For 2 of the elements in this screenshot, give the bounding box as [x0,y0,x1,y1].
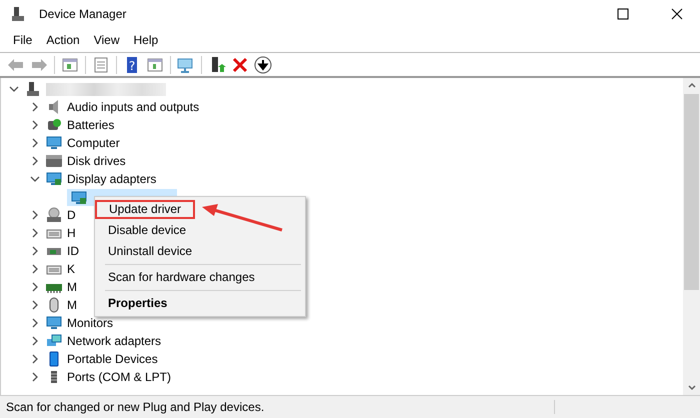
status-text: Scan for changed or new Plug and Play devices. [0,400,555,414]
window-title: Device Manager [39,7,128,21]
